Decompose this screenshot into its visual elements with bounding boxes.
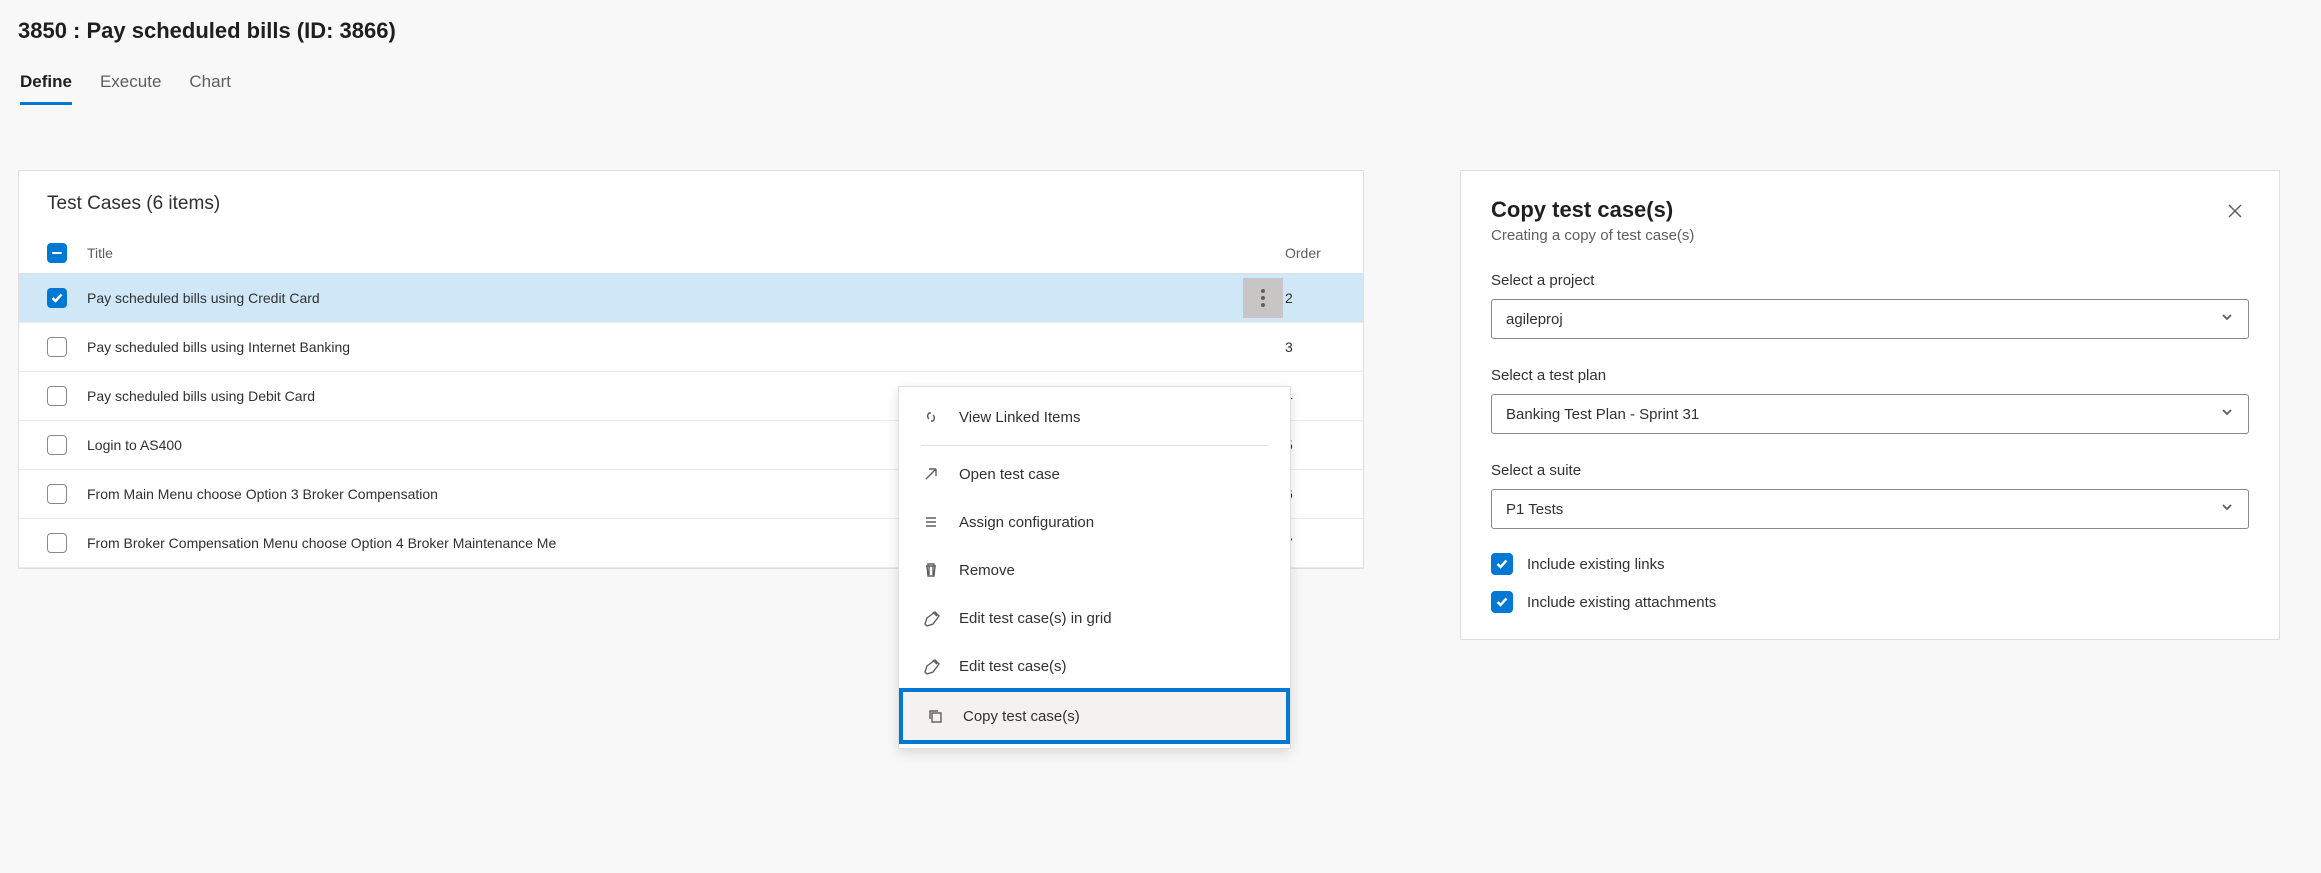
close-icon <box>2225 208 2245 224</box>
menu-edit-grid[interactable]: Edit test case(s) in grid <box>899 594 1290 642</box>
menu-edit-test-cases[interactable]: Edit test case(s) <box>899 642 1290 690</box>
select-all-checkbox[interactable] <box>47 243 67 263</box>
table-header: Title Order <box>19 233 1363 274</box>
chevron-down-icon <box>2220 405 2234 423</box>
project-value: agileproj <box>1506 311 1563 328</box>
row-order: 6 <box>1285 486 1345 502</box>
menu-open-test-case[interactable]: Open test case <box>899 450 1290 498</box>
row-order: 3 <box>1285 339 1345 355</box>
column-header-title[interactable]: Title <box>87 245 1285 261</box>
row-order: 7 <box>1285 535 1345 551</box>
column-header-order[interactable]: Order <box>1285 245 1345 261</box>
copy-icon <box>925 706 945 726</box>
row-checkbox[interactable] <box>47 288 67 308</box>
suite-label: Select a suite <box>1491 462 2249 479</box>
menu-label: Open test case <box>959 466 1060 483</box>
test-cases-heading: Test Cases (6 items) <box>19 171 1363 233</box>
row-title: Pay scheduled bills using Internet Banki… <box>87 339 1285 355</box>
row-title: Pay scheduled bills using Credit Card <box>87 290 1285 306</box>
page-title: 3850 : Pay scheduled bills (ID: 3866) <box>0 0 2321 44</box>
project-select[interactable]: agileproj <box>1491 299 2249 339</box>
chevron-down-icon <box>2220 500 2234 518</box>
row-more-button[interactable] <box>1243 278 1283 318</box>
tab-define[interactable]: Define <box>20 72 72 105</box>
menu-label: Edit test case(s) in grid <box>959 610 1112 627</box>
menu-label: Assign configuration <box>959 514 1094 531</box>
list-icon <box>921 512 941 532</box>
row-order: 5 <box>1285 437 1345 453</box>
close-button[interactable] <box>2221 197 2249 228</box>
tabs: Define Execute Chart <box>0 44 2321 105</box>
more-vertical-icon <box>1261 289 1265 307</box>
plan-select[interactable]: Banking Test Plan - Sprint 31 <box>1491 394 2249 434</box>
menu-label: View Linked Items <box>959 409 1080 426</box>
menu-copy-test-cases[interactable]: Copy test case(s) <box>899 688 1290 744</box>
row-checkbox[interactable] <box>47 386 67 406</box>
plan-value: Banking Test Plan - Sprint 31 <box>1506 406 1699 423</box>
edit-icon <box>921 608 941 628</box>
project-label: Select a project <box>1491 272 2249 289</box>
plan-label: Select a test plan <box>1491 367 2249 384</box>
trash-icon <box>921 560 941 580</box>
row-checkbox[interactable] <box>47 337 67 357</box>
row-order: 4 <box>1285 388 1345 404</box>
row-checkbox[interactable] <box>47 533 67 553</box>
menu-label: Copy test case(s) <box>963 708 1080 725</box>
edit-icon <box>921 656 941 676</box>
menu-label: Edit test case(s) <box>959 658 1067 675</box>
include-links-label: Include existing links <box>1527 556 1665 573</box>
suite-select[interactable]: P1 Tests <box>1491 489 2249 529</box>
link-icon <box>921 407 941 427</box>
include-attachments-checkbox[interactable] <box>1491 591 1513 613</box>
table-row[interactable]: Pay scheduled bills using Credit Card 2 <box>19 274 1363 323</box>
open-icon <box>921 464 941 484</box>
side-panel-title: Copy test case(s) <box>1491 197 1694 223</box>
table-row[interactable]: Pay scheduled bills using Internet Banki… <box>19 323 1363 372</box>
row-order: 2 <box>1285 290 1345 306</box>
suite-value: P1 Tests <box>1506 501 1563 518</box>
include-attachments-label: Include existing attachments <box>1527 594 1716 611</box>
menu-view-linked-items[interactable]: View Linked Items <box>899 393 1290 441</box>
side-panel-subtitle: Creating a copy of test case(s) <box>1491 227 1694 244</box>
copy-test-cases-panel: Copy test case(s) Creating a copy of tes… <box>1460 170 2280 640</box>
include-links-checkbox[interactable] <box>1491 553 1513 575</box>
row-checkbox[interactable] <box>47 435 67 455</box>
row-checkbox[interactable] <box>47 484 67 504</box>
chevron-down-icon <box>2220 310 2234 328</box>
tab-execute[interactable]: Execute <box>100 72 161 105</box>
menu-separator <box>921 445 1268 446</box>
menu-label: Remove <box>959 562 1015 579</box>
menu-remove[interactable]: Remove <box>899 546 1290 594</box>
menu-assign-configuration[interactable]: Assign configuration <box>899 498 1290 546</box>
row-context-menu: View Linked Items Open test case Assign … <box>898 386 1291 749</box>
tab-chart[interactable]: Chart <box>189 72 231 105</box>
